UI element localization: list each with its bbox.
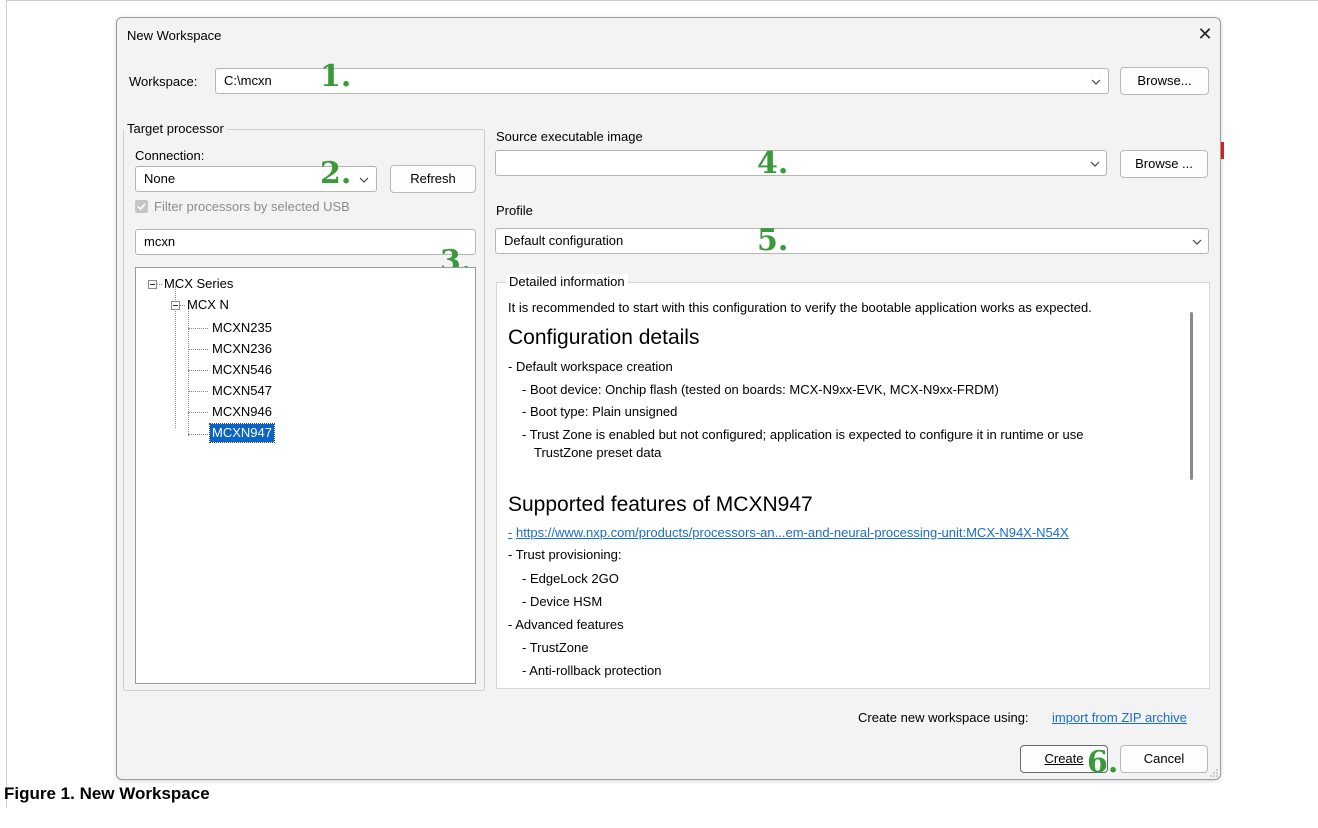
profile-chevron-down-icon[interactable] [1192, 237, 1202, 247]
annotation-2: 2. [320, 156, 352, 191]
connection-label: Connection: [135, 148, 205, 163]
tree-item-mcxn547[interactable]: MCXN547 [212, 382, 272, 400]
page-frame-left [6, 0, 7, 808]
configuration-details-heading: Configuration details [508, 326, 700, 349]
target-processor-legend: Target processor [124, 121, 227, 136]
collapse-icon[interactable] [171, 301, 180, 310]
feature-line: - Trust provisioning: [508, 547, 622, 562]
connection-chevron-down-icon[interactable] [359, 175, 369, 185]
resize-grip-icon[interactable] [1209, 768, 1219, 778]
product-link-prefix: - [508, 525, 513, 540]
annotation-6: 6. [1087, 745, 1119, 780]
product-link-url[interactable]: https://www.nxp.com/products/processors-… [516, 525, 1069, 540]
tree-tick [157, 284, 162, 285]
dialog-title: New Workspace [127, 28, 222, 43]
refresh-button[interactable]: Refresh [390, 165, 476, 193]
collapse-icon[interactable] [148, 280, 157, 289]
profile-combo[interactable]: Default configuration [495, 228, 1209, 254]
tree-tick [188, 391, 208, 392]
detail-line: - Boot device: Onchip flash (tested on b… [522, 382, 999, 397]
feature-line: - TrustZone [522, 640, 589, 655]
feature-line: - Device HSM [522, 594, 603, 609]
supported-features-heading: Supported features of MCXN947 [508, 493, 813, 516]
processor-search-value: mcxn [144, 234, 176, 249]
detail-line: TrustZone preset data [534, 445, 662, 460]
workspace-browse-button[interactable]: Browse... [1120, 67, 1209, 95]
edge-mark [1221, 142, 1224, 159]
feature-line: - EdgeLock 2GO [522, 571, 619, 586]
feature-line: - Anti-rollback protection [522, 663, 662, 678]
processor-search-input[interactable]: mcxn [135, 229, 476, 255]
tree-tick [188, 412, 208, 413]
source-chevron-down-icon[interactable] [1090, 159, 1100, 169]
annotation-1: 1. [320, 59, 352, 94]
details-intro: It is recommended to start with this con… [508, 300, 1092, 315]
import-zip-link[interactable]: import from ZIP archive [1052, 710, 1187, 725]
profile-value: Default configuration [504, 233, 624, 248]
connection-value: None [144, 171, 176, 186]
feature-line: - Advanced features [508, 617, 624, 632]
page-frame-top [6, 0, 1318, 1]
tree-tick [180, 305, 185, 306]
tree-item-mcxn236[interactable]: MCXN236 [212, 340, 272, 358]
tree-node-mcx-n[interactable]: MCX N [187, 296, 229, 314]
new-workspace-dialog: New Workspace ✕ Workspace: C:\mcxn Brows… [116, 17, 1221, 780]
workspace-label: Workspace: [129, 74, 198, 89]
product-link[interactable]: - https://www.nxp.com/products/processor… [508, 525, 1069, 540]
tree-tick [188, 434, 208, 435]
tree-item-mcxn947-selected[interactable]: MCXN947 [209, 423, 275, 443]
workspace-chevron-down-icon[interactable] [1091, 77, 1101, 87]
check-icon [137, 203, 146, 211]
source-browse-button[interactable]: Browse ... [1120, 150, 1208, 178]
create-button-label: Create [1044, 751, 1084, 766]
cancel-button[interactable]: Cancel [1120, 745, 1208, 773]
filter-checkbox[interactable] [135, 200, 148, 213]
details-scrollbar[interactable] [1190, 312, 1193, 480]
workspace-value: C:\mcxn [224, 73, 272, 88]
profile-label: Profile [496, 203, 533, 218]
annotation-5: 5. [757, 223, 789, 258]
figure-caption: Figure 1. New Workspace [4, 784, 210, 803]
detail-line: - Boot type: Plain unsigned [522, 404, 678, 419]
detail-line: - Trust Zone is enabled but not configur… [522, 427, 1084, 442]
tree-node-mcx-series[interactable]: MCX Series [164, 275, 233, 293]
tree-item-mcxn235[interactable]: MCXN235 [212, 319, 272, 337]
source-image-label: Source executable image [496, 129, 643, 144]
filter-label: Filter processors by selected USB [154, 199, 350, 214]
create-using-label: Create new workspace using: [858, 710, 1029, 725]
detailed-information-legend: Detailed information [506, 274, 628, 289]
tree-item-mcxn946[interactable]: MCXN946 [212, 403, 272, 421]
source-image-combo[interactable] [495, 150, 1107, 176]
tree-tick [188, 370, 208, 371]
tree-tick [188, 328, 208, 329]
processor-tree[interactable]: MCX Series MCX N MCXN235 MCXN236 MCXN546… [135, 267, 476, 684]
annotation-4: 4. [757, 146, 789, 181]
close-icon[interactable]: ✕ [1193, 22, 1217, 46]
tree-tick [188, 349, 208, 350]
tree-item-mcxn546[interactable]: MCXN546 [212, 361, 272, 379]
detail-line: - Default workspace creation [508, 359, 673, 374]
